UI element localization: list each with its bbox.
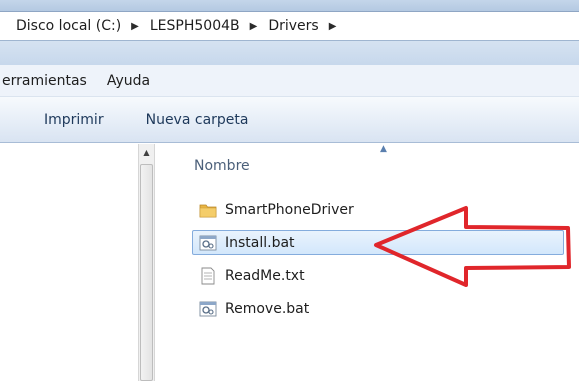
batch-file-icon <box>199 235 217 250</box>
file-name: ReadMe.txt <box>225 267 305 284</box>
navigation-pane-scrollbar[interactable]: ▲ <box>138 144 155 381</box>
menu-bar: erramientas Ayuda <box>0 65 579 97</box>
breadcrumb-drive[interactable]: Disco local (C:) <box>14 14 123 38</box>
breadcrumb-current-folder[interactable]: Drivers <box>266 14 320 38</box>
sort-ascending-icon: ▲ <box>380 144 387 154</box>
print-button[interactable]: Imprimir <box>38 106 110 134</box>
breadcrumb-separator-icon[interactable]: ▶ <box>131 21 139 32</box>
menu-help[interactable]: Ayuda <box>103 69 154 93</box>
address-bar-frame <box>0 41 579 65</box>
menu-tools[interactable]: erramientas <box>0 69 91 93</box>
file-name: SmartPhoneDriver <box>225 201 354 218</box>
file-name: Install.bat <box>225 234 295 251</box>
scroll-up-arrow-icon[interactable]: ▲ <box>139 144 154 161</box>
address-bar[interactable]: Disco local (C:) ▶ LESPH5004B ▶ Drivers … <box>0 11 579 41</box>
folder-icon <box>199 204 217 217</box>
navigation-pane[interactable] <box>0 144 138 381</box>
file-row-remove-bat[interactable]: Remove.bat <box>192 296 564 321</box>
text-file-icon <box>201 267 215 284</box>
column-header-name[interactable]: Nombre <box>194 154 250 178</box>
scrollbar-thumb[interactable] <box>140 164 153 381</box>
file-name: Remove.bat <box>225 300 310 317</box>
breadcrumb-folder[interactable]: LESPH5004B <box>148 14 242 38</box>
window-frame-top <box>0 0 579 11</box>
breadcrumb-separator-icon[interactable]: ▶ <box>250 21 258 32</box>
batch-file-icon <box>199 301 217 316</box>
breadcrumb-separator-icon[interactable]: ▶ <box>329 21 337 32</box>
new-folder-button[interactable]: Nueva carpeta <box>140 106 255 134</box>
red-arrow-annotation-icon <box>374 206 571 287</box>
command-toolbar: Imprimir Nueva carpeta <box>0 97 579 143</box>
